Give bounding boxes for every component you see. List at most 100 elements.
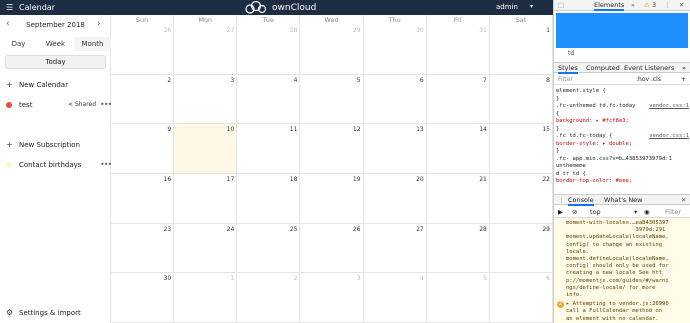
style-rule-line[interactable]: {	[556, 111, 689, 119]
day-number[interactable]: 2	[167, 77, 171, 84]
clear-console-icon[interactable]: ⊘	[572, 208, 577, 216]
calendar-item-contact-birthdays[interactable]: Contact birthdays •••	[0, 158, 112, 172]
chevron-right-icon[interactable]: ›	[97, 19, 101, 29]
day-cell[interactable]: 20	[363, 174, 427, 224]
day-number[interactable]: 28	[479, 226, 487, 233]
day-cell[interactable]: 2	[111, 74, 175, 125]
day-number[interactable]: 25	[290, 226, 298, 233]
day-cell[interactable]: 18	[237, 174, 301, 224]
tab-styles[interactable]: Styles	[558, 64, 578, 74]
day-cell[interactable]: 31	[426, 25, 490, 75]
day-number[interactable]: 8	[546, 77, 550, 84]
day-number[interactable]: 9	[167, 126, 171, 133]
day-number[interactable]: 10	[227, 126, 235, 133]
day-number[interactable]: 22	[542, 176, 550, 183]
style-rule-line[interactable]: }	[556, 126, 689, 134]
styles-filter-input[interactable]: Filter	[558, 76, 573, 83]
new-calendar-item[interactable]: + New Calendar	[0, 78, 111, 92]
day-number[interactable]: 27	[416, 226, 424, 233]
style-rule-line[interactable]: border-style: ▸ double;	[556, 141, 689, 149]
day-cell[interactable]: 8	[489, 74, 553, 125]
day-number[interactable]: 29	[542, 226, 550, 233]
style-rule-line[interactable]: unthememe	[556, 163, 689, 171]
day-number[interactable]: 17	[227, 176, 235, 183]
day-cell[interactable]: 12	[300, 124, 364, 174]
day-cell[interactable]: 19	[300, 174, 364, 224]
day-cell[interactable]: 15	[489, 124, 553, 174]
day-number[interactable]: 2	[294, 275, 298, 282]
day-number[interactable]: 26	[353, 226, 361, 233]
chevron-down-icon[interactable]: ▾	[634, 208, 637, 216]
warning-icon[interactable]: ⚠	[644, 1, 650, 9]
add-rule-icon[interactable]: +	[681, 76, 686, 83]
chevron-down-icon[interactable]: ▾	[530, 3, 533, 10]
day-cell[interactable]: 29	[489, 223, 553, 274]
day-number[interactable]: 23	[164, 226, 172, 233]
drawer-menu-icon[interactable]: ⋮	[558, 196, 565, 204]
hov-cls-toggle[interactable]: :hov .cls	[636, 76, 661, 83]
close-icon[interactable]: ✕	[679, 1, 684, 9]
day-cell[interactable]: 3	[174, 74, 238, 125]
day-number[interactable]: 18	[290, 176, 298, 183]
day-cell[interactable]: 1	[489, 25, 553, 75]
day-cell[interactable]: 28	[237, 25, 301, 75]
day-cell[interactable]: 6	[363, 74, 427, 125]
sidebar-toggle-icon[interactable]: ▶	[558, 208, 563, 216]
day-number[interactable]: 4	[420, 275, 424, 282]
tab-computed[interactable]: Computed	[586, 64, 620, 72]
calendar-item-test[interactable]: test ⋖ Shared •••	[0, 98, 112, 112]
view-day-button[interactable]: Day	[0, 37, 37, 51]
day-cell[interactable]: 27	[363, 223, 427, 274]
day-number[interactable]: 6	[420, 77, 424, 84]
day-number[interactable]: 20	[416, 176, 424, 183]
style-rule-line[interactable]: .fc- app.min.css?v=b…43853973979d:1	[556, 156, 689, 164]
tab-event-listeners[interactable]: Event Listeners	[624, 64, 674, 72]
more-options-icon[interactable]: •••	[100, 158, 112, 172]
day-cell[interactable]: 21	[426, 174, 490, 224]
view-week-button[interactable]: Week	[37, 37, 74, 51]
day-cell[interactable]: 26	[300, 223, 364, 274]
day-cell-today[interactable]: 10	[174, 124, 238, 174]
day-cell[interactable]: 5	[426, 273, 490, 323]
day-cell[interactable]: 9	[111, 124, 175, 174]
day-cell[interactable]: 4	[237, 74, 301, 125]
app-title[interactable]: Calendar	[19, 3, 55, 12]
day-cell[interactable]: 28	[426, 223, 490, 274]
day-number[interactable]: 16	[164, 176, 172, 183]
style-rule-line[interactable]: element.style {	[556, 88, 689, 96]
month-label[interactable]: September 2018	[0, 21, 111, 29]
more-options-icon[interactable]: •••	[100, 98, 112, 112]
tab-console[interactable]: Console	[568, 196, 594, 206]
tab-elements[interactable]: Elements	[594, 1, 625, 11]
day-number[interactable]: 3	[230, 77, 234, 84]
day-number[interactable]: 3	[357, 275, 361, 282]
day-number[interactable]: 13	[416, 126, 424, 133]
day-cell[interactable]: 6	[489, 273, 553, 323]
view-month-button[interactable]: Month	[74, 37, 111, 51]
close-icon[interactable]: ✕	[681, 196, 686, 204]
apps-menu-icon[interactable]: ☰	[6, 3, 13, 12]
day-cell[interactable]: 4	[363, 273, 427, 323]
day-number[interactable]: 5	[357, 77, 361, 84]
today-button[interactable]: Today	[5, 55, 106, 69]
more-tabs-icon[interactable]: »	[631, 1, 635, 9]
day-cell[interactable]: 25	[237, 223, 301, 274]
day-number[interactable]: 1	[230, 275, 234, 282]
day-number[interactable]: 27	[227, 27, 235, 34]
day-cell[interactable]: 1	[174, 273, 238, 323]
new-subscription-item[interactable]: + New Subscription	[0, 138, 111, 152]
day-number[interactable]: 24	[227, 226, 235, 233]
day-number[interactable]: 1	[546, 27, 550, 34]
style-rule-line[interactable]: border-top-color: #eee;	[556, 178, 689, 186]
style-rule-line[interactable]: d tr td {	[556, 171, 689, 179]
style-rule-line[interactable]: .fc td.fc-today {vendor.css:1	[556, 133, 689, 141]
inspect-icon[interactable]: ⬚	[558, 1, 564, 9]
day-cell[interactable]: 3	[300, 273, 364, 323]
style-rule-line[interactable]: }	[556, 148, 689, 156]
more-tabs-icon[interactable]: »	[682, 64, 686, 72]
share-button[interactable]: ⋖ Shared	[68, 98, 96, 112]
day-cell[interactable]: 26	[111, 25, 175, 75]
day-number[interactable]: 30	[416, 27, 424, 34]
day-cell[interactable]: 24	[174, 223, 238, 274]
day-cell[interactable]: 22	[489, 174, 553, 224]
